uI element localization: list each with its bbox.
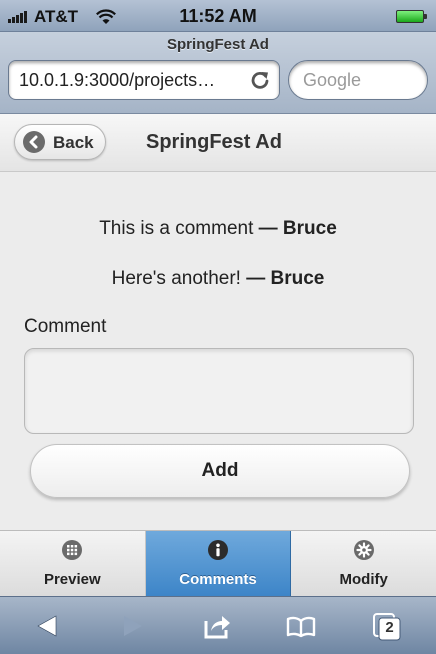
comment-separator: — bbox=[246, 268, 266, 289]
comment-text: This is a comment bbox=[99, 218, 254, 239]
tab-preview[interactable]: Preview bbox=[0, 531, 146, 596]
status-bar: AT&T 11:52 AM bbox=[0, 0, 436, 32]
search-input[interactable] bbox=[288, 60, 428, 100]
tab-comments[interactable]: Comments bbox=[145, 531, 292, 596]
browser-toolbar: 2 bbox=[0, 596, 436, 654]
comment-field-label: Comment bbox=[24, 316, 107, 337]
battery-icon bbox=[396, 10, 427, 23]
forward-arrow-icon[interactable] bbox=[116, 609, 150, 643]
page-title: SpringFest Ad bbox=[146, 131, 282, 153]
back-arrow-icon[interactable] bbox=[30, 609, 64, 643]
page-header: Back SpringFest Ad bbox=[0, 114, 436, 172]
browser-bar: SpringFest Ad 10.0.1.9:3000/projects… bbox=[0, 32, 436, 114]
comments-content: This is a comment — Bruce Here's another… bbox=[0, 172, 436, 530]
comment-textarea[interactable] bbox=[24, 348, 414, 434]
add-comment-button[interactable]: Add bbox=[30, 444, 410, 498]
url-text[interactable]: 10.0.1.9:3000/projects… bbox=[19, 70, 247, 91]
share-icon[interactable] bbox=[200, 609, 234, 643]
back-chevron-icon bbox=[23, 131, 45, 153]
info-icon bbox=[208, 540, 228, 560]
comment-author: Bruce bbox=[270, 268, 325, 289]
tab-bar: Preview Comments Modify bbox=[0, 530, 436, 596]
grid-icon bbox=[62, 540, 83, 560]
back-button[interactable]: Back bbox=[14, 124, 106, 160]
reload-icon[interactable] bbox=[249, 69, 271, 91]
pages-icon[interactable]: 2 bbox=[370, 609, 404, 643]
tab-count: 2 bbox=[385, 619, 394, 636]
comment-separator: — bbox=[258, 218, 278, 239]
comment-author: Bruce bbox=[282, 218, 337, 239]
browser-page-title: SpringFest Ad bbox=[167, 36, 269, 53]
address-bar[interactable]: 10.0.1.9:3000/projects… bbox=[8, 60, 280, 100]
comment-text: Here's another! bbox=[111, 268, 241, 289]
tab-label: Modify bbox=[339, 571, 388, 588]
tab-modify[interactable]: Modify bbox=[291, 531, 436, 596]
status-time: 11:52 AM bbox=[179, 6, 257, 26]
comment-item: This is a comment — Bruce bbox=[0, 218, 436, 240]
tab-label: Preview bbox=[43, 571, 101, 588]
comment-item: Here's another! — Bruce bbox=[0, 268, 436, 290]
tab-label: Comments bbox=[179, 571, 257, 588]
back-label: Back bbox=[53, 133, 94, 152]
gear-icon bbox=[353, 540, 374, 560]
bookmarks-icon[interactable] bbox=[284, 609, 318, 643]
